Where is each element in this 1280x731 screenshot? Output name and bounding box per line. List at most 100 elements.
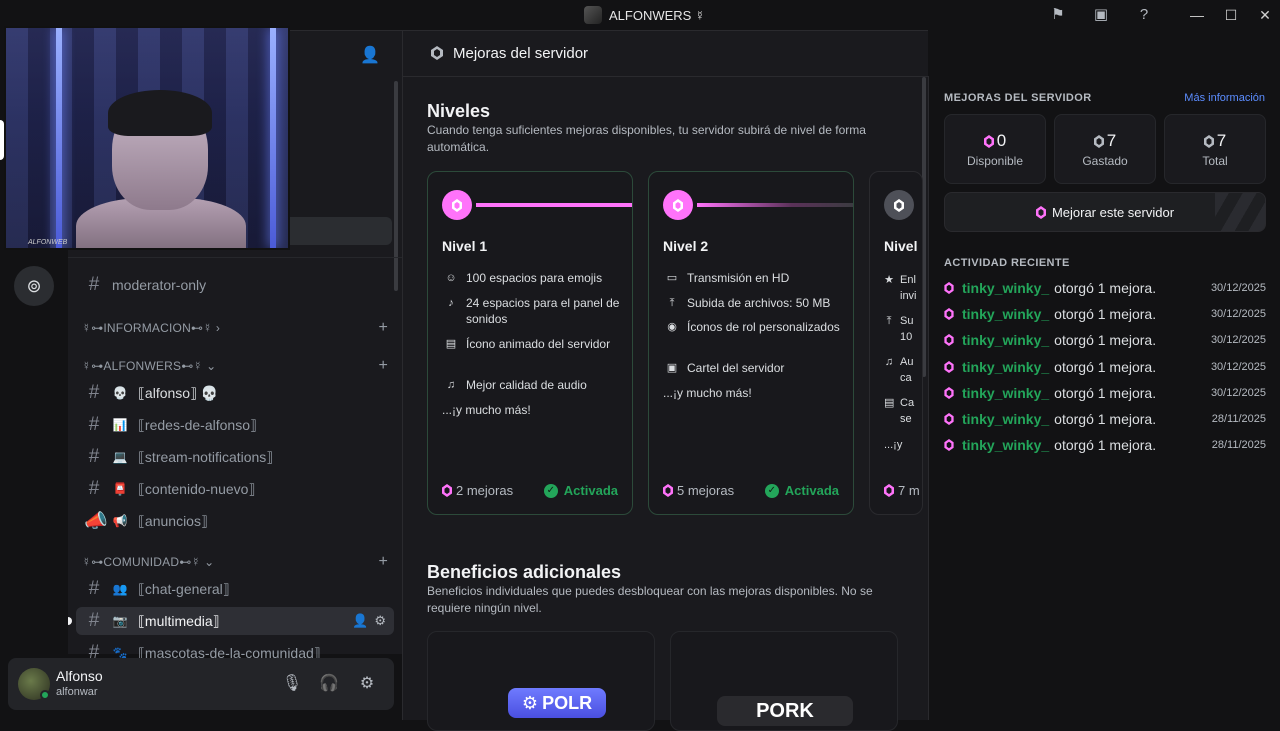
channel-stream-notifications[interactable]: # 💻 ⟦stream-notifications⟧ xyxy=(76,443,394,471)
more-info-link[interactable]: Más información xyxy=(1184,92,1265,104)
people-icon: 👥 xyxy=(112,582,128,596)
activity-date: 30/12/2025 xyxy=(1210,334,1266,347)
boost-gem-icon xyxy=(1093,134,1104,148)
benefit-card[interactable]: ⚙ POLR xyxy=(427,631,655,731)
activity-user[interactable]: tinky_winky_ xyxy=(962,437,1049,453)
check-icon: ✓ xyxy=(543,483,558,498)
activity-action: otorgó 1 mejora. xyxy=(1054,437,1157,454)
boost-gem-icon xyxy=(944,386,954,399)
channel-moderator-only[interactable]: # moderator-only xyxy=(76,271,394,299)
add-channel-icon[interactable]: + xyxy=(378,553,388,571)
category-label: ☿⊶COMUNIDAD⊷☿ ⌄ xyxy=(82,555,215,569)
divider xyxy=(68,257,402,258)
headphones-icon: ♫ xyxy=(446,379,456,391)
star-icon: ★ xyxy=(884,274,894,286)
activity-action: otorgó 1 mejora. xyxy=(1054,384,1157,401)
channel-settings-icon[interactable]: ⚙ xyxy=(374,613,386,629)
channel-label: ⟦redes-de-alfonso⟧ xyxy=(138,416,257,433)
check-icon: ✓ xyxy=(764,483,779,498)
channel-redes-de-alfonso[interactable]: # 📊 ⟦redes-de-alfonso⟧ xyxy=(76,411,394,439)
maximize-button[interactable]: ☐ xyxy=(1219,4,1243,26)
soundboard-icon: ♪ xyxy=(448,297,454,309)
microphone-icon[interactable]: 🎙 xyxy=(281,673,303,695)
activity-action: otorgó 1 mejora. xyxy=(1054,411,1157,427)
boost-gem-icon xyxy=(944,439,954,452)
perk-item: ▣ Cartel del servidor xyxy=(663,360,849,376)
activity-row: tinky_winky_ otorgó 1 mejora. 30/12/2025 xyxy=(944,357,1266,377)
activity-action: otorgó 1 mejora. xyxy=(1054,306,1157,323)
window-title-text: ALFONWERS ☿ xyxy=(609,7,705,23)
category-label: ☿⊶INFORMACION⊷☿ › xyxy=(82,321,221,335)
activity-date: 28/11/2025 xyxy=(1211,413,1266,425)
boost-server-button[interactable]: Mejorar este servidor xyxy=(944,192,1266,232)
invite-icon[interactable]: 👤 xyxy=(360,45,380,65)
perk-item: ♪ 24 espacios para el panel de sonidos xyxy=(442,295,628,327)
discover-icon[interactable]: ⊚ xyxy=(14,266,54,306)
channel-scrollbar[interactable] xyxy=(394,81,398,291)
extra-benefits-description: Beneficios individuales que puedes desbl… xyxy=(427,584,873,615)
boost-gem-icon xyxy=(1203,134,1214,148)
hash-icon: # xyxy=(88,274,100,295)
activity-user[interactable]: tinky_winky_ xyxy=(962,411,1049,427)
help-icon[interactable]: ? xyxy=(1135,6,1153,24)
levels-description: Cuando tenga suficientes mejoras disponi… xyxy=(427,123,866,154)
channel-alfonso[interactable]: # 💀 ⟦alfonso⟧ 💀 xyxy=(76,379,394,407)
mailbox-icon: 📮 xyxy=(112,482,128,496)
channel-multimedia[interactable]: # 📷 ⟦multimedia⟧ 👤 ⚙ xyxy=(76,607,394,635)
headphones-icon[interactable]: 🎧 xyxy=(318,673,340,695)
category-comunidad[interactable]: ☿⊶COMUNIDAD⊷☿ ⌄ + xyxy=(82,552,388,572)
category-alfonwers[interactable]: ☿⊶ALFONWERS⊷☿ ⌄ + xyxy=(82,356,388,376)
button-stripe-decoration xyxy=(1215,193,1265,231)
channel-label: ⟦stream-notifications⟧ xyxy=(138,448,274,465)
flag-icon[interactable]: ⚑ xyxy=(1049,6,1067,24)
tier-card-2: Nivel 2 ▭ Transmisión en HD ⤒ Subida de ar… xyxy=(648,171,854,515)
computer-icon: 💻 xyxy=(112,450,128,464)
user-tag: alfonwar xyxy=(56,686,98,698)
boost-gem-icon xyxy=(431,46,443,60)
activity-user[interactable]: tinky_winky_ xyxy=(962,280,1049,296)
boost-gem-icon xyxy=(663,484,673,497)
banner-icon: ▣ xyxy=(666,362,678,374)
window-title: ALFONWERS ☿ xyxy=(584,6,705,24)
stat-total: 7 Total xyxy=(1164,114,1266,184)
channel-label: ⟦multimedia⟧ xyxy=(138,612,220,629)
invite-to-channel-icon[interactable]: 👤 xyxy=(352,613,368,629)
main-header: Mejoras del servidor xyxy=(403,31,929,77)
activity-user[interactable]: tinky_winky_ xyxy=(962,385,1049,401)
channel-chat-general[interactable]: # 👥 ⟦chat-general⟧ xyxy=(76,575,394,603)
close-button[interactable]: ✕ xyxy=(1253,4,1277,26)
settings-gear-icon[interactable]: ⚙ xyxy=(356,673,378,695)
activity-row: tinky_winky_ otorgó 1 mejora. 30/12/2025 xyxy=(944,304,1266,324)
activity-row: tinky_winky_ otorgó 1 mejora. 28/11/2025 xyxy=(944,435,1266,455)
led-light xyxy=(270,28,276,248)
inbox-icon[interactable]: ▣ xyxy=(1092,6,1110,24)
minimize-button[interactable]: — xyxy=(1185,4,1209,26)
tier-status: ✓ Activada xyxy=(764,483,839,498)
polr-logo: ⚙ POLR xyxy=(508,688,606,718)
add-channel-icon[interactable]: + xyxy=(378,357,388,375)
camera-icon: 📷 xyxy=(112,614,128,628)
user-name[interactable]: Alfonso xyxy=(56,668,103,684)
hash-icon: # xyxy=(88,578,100,599)
emoji-icon: ☺ xyxy=(445,272,457,284)
online-status-icon xyxy=(40,690,50,700)
tier-card-3: Nivel ★ Enl invi ⤒ Su 10 ♫ Au ca ▤ Ca se ...… xyxy=(869,171,923,515)
activity-date: 30/12/2025 xyxy=(1210,386,1266,399)
boost-gem-icon xyxy=(944,413,954,425)
recent-activity-heading: ACTIVIDAD RECIENTE xyxy=(944,257,1070,269)
activity-row: tinky_winky_ otorgó 1 mejora. 30/12/2025 xyxy=(944,330,1266,350)
category-label: ☿⊶ALFONWERS⊷☿ ⌄ xyxy=(82,359,217,373)
add-channel-icon[interactable]: + xyxy=(378,319,388,337)
tier-name: Nivel 1 xyxy=(442,238,488,254)
channel-anuncios[interactable]: 📣 📢 ⟦anuncios⟧ xyxy=(76,507,394,535)
activity-user[interactable]: tinky_winky_ xyxy=(962,359,1049,375)
tier-status: ✓ Activada xyxy=(543,483,618,498)
webcam-overlay: ALFONWEB xyxy=(4,26,290,250)
upload-icon: ⤒ xyxy=(886,315,892,327)
boost-gem-icon xyxy=(884,484,894,497)
activity-user[interactable]: tinky_winky_ xyxy=(962,332,1049,348)
activity-user[interactable]: tinky_winky_ xyxy=(962,306,1049,322)
channel-contenido-nuevo[interactable]: # 📮 ⟦contenido-nuevo⟧ xyxy=(76,475,394,503)
category-informacion[interactable]: ☿⊶INFORMACION⊷☿ › + xyxy=(82,318,388,338)
benefit-card[interactable]: PORK xyxy=(670,631,898,731)
